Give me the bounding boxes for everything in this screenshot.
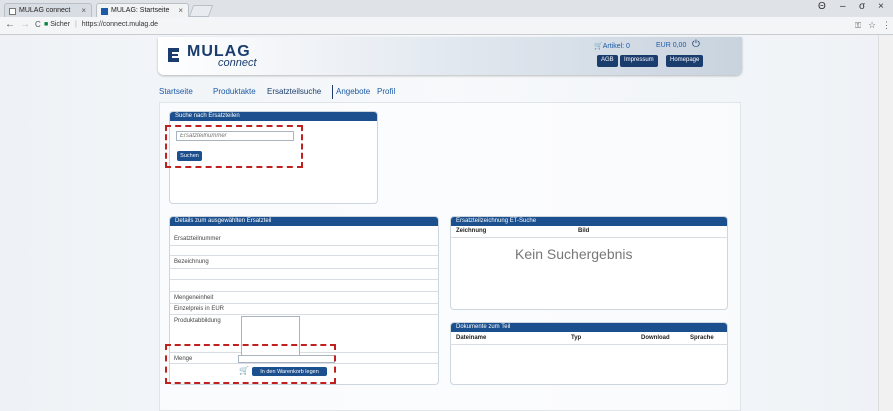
search-panel-title: Suche nach Ersatzteilen: [170, 112, 377, 121]
cart-count: Artikel: 0: [602, 43, 630, 50]
agb-button[interactable]: AGB: [597, 55, 618, 67]
browser-menu-icon[interactable]: ⋮: [882, 20, 891, 31]
row-divider: [450, 237, 728, 238]
close-tab-icon[interactable]: ×: [178, 6, 183, 15]
nav-ersatzteilsuche[interactable]: Ersatzteilsuche: [267, 87, 321, 96]
highlight-cart-area: [165, 344, 336, 384]
bookmark-star-icon[interactable]: ☆: [868, 20, 876, 31]
row-divider: [170, 255, 439, 256]
row-divider: [170, 279, 439, 280]
homepage-button[interactable]: Homepage: [666, 55, 704, 67]
highlight-search-area: [165, 125, 303, 168]
documents-panel: Dokumente zum Teil: [450, 322, 728, 385]
url-text: https://connect.mulag.de: [81, 21, 159, 28]
mulag-logo-icon[interactable]: [166, 46, 182, 64]
address-separator: |: [74, 21, 77, 28]
logout-power-icon[interactable]: ⏻: [692, 39, 700, 50]
nav-active-separator: [332, 85, 333, 99]
row-divider: [170, 245, 439, 246]
lock-icon: ■: [44, 21, 49, 28]
nav-startseite[interactable]: Startseite: [159, 87, 193, 96]
column-download: Download: [641, 335, 670, 341]
field-bezeichnung: Bezeichnung: [174, 259, 209, 265]
row-divider: [170, 268, 439, 269]
close-tab-icon[interactable]: ×: [81, 6, 86, 15]
mulag-favicon-icon: [101, 8, 108, 15]
close-window-button[interactable]: ×: [878, 1, 884, 12]
browser-tab-mulag-connect[interactable]: MULAG connect ×: [4, 3, 92, 17]
field-ersatzteilnummer: Ersatzteilnummer: [174, 236, 221, 242]
no-result-text: Kein Suchergebnis: [515, 246, 633, 262]
field-mengeneinheit: Mengeneinheit: [174, 295, 214, 301]
nav-produktakte[interactable]: Produktakte: [213, 87, 256, 96]
cart-info[interactable]: 🛒Artikel: 0: [594, 42, 630, 50]
cart-icon: 🛒: [594, 43, 603, 50]
page-icon: [9, 8, 16, 15]
row-divider: [170, 314, 439, 315]
nav-angebote[interactable]: Angebote: [336, 87, 370, 96]
maximize-button[interactable]: σ: [859, 1, 865, 12]
tab-label: MULAG: Startseite: [111, 7, 170, 14]
column-zeichnung: Zeichnung: [456, 228, 487, 234]
column-sprache: Sprache: [690, 335, 714, 341]
column-dateiname: Dateiname: [456, 335, 487, 341]
row-divider: [170, 291, 439, 292]
address-bar[interactable]: ■ Sicher | https://connect.mulag.de: [44, 19, 844, 32]
back-button[interactable]: ←: [5, 19, 15, 30]
column-bild: Bild: [578, 228, 590, 234]
impressum-button[interactable]: Impressum: [620, 55, 658, 67]
page-scrollbar[interactable]: [878, 35, 893, 411]
browser-tab-startseite[interactable]: MULAG: Startseite ×: [96, 3, 189, 17]
details-panel-title: Details zum ausgewählten Ersatzteil: [170, 217, 438, 226]
drawing-panel-title: Ersatzteilzeichnung ET-Suche: [451, 217, 727, 226]
key-icon[interactable]: ⚿: [855, 21, 861, 31]
tab-label: MULAG connect: [19, 7, 71, 14]
forward-button[interactable]: →: [20, 19, 30, 30]
account-icon[interactable]: Θ: [818, 1, 826, 12]
field-produktabbildung: Produktabbildung: [174, 318, 221, 324]
field-einzelpreis: Einzelpreis in EUR: [174, 306, 225, 312]
cart-total: EUR 0,00: [656, 42, 687, 49]
secure-label: Sicher: [50, 21, 71, 28]
row-divider: [450, 344, 728, 345]
row-divider: [170, 303, 439, 304]
minimize-button[interactable]: –: [840, 1, 846, 12]
reload-button[interactable]: C: [35, 20, 41, 29]
logo-subtitle: connect: [218, 57, 257, 69]
nav-profil[interactable]: Profil: [377, 87, 395, 96]
documents-panel-title: Dokumente zum Teil: [451, 323, 727, 332]
column-typ: Typ: [571, 335, 582, 341]
